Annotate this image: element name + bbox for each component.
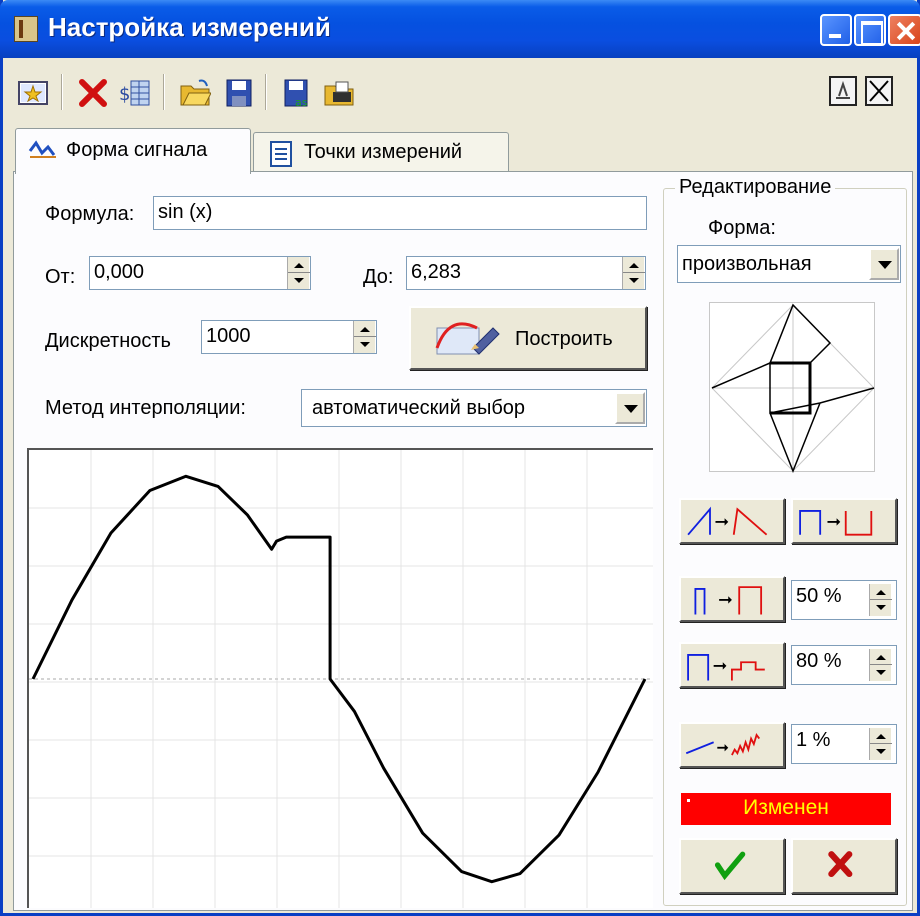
add-noise-button[interactable] [679,722,785,768]
new-icon[interactable] [17,78,49,108]
from-label: От: [45,266,76,288]
step-label: Дискретность [45,330,171,352]
save-as-icon[interactable]: as [281,78,313,109]
cancel-button[interactable] [791,838,897,894]
from-spinner[interactable] [287,257,310,289]
noise-spinner[interactable] [869,728,892,760]
duty-50-spinner[interactable] [869,584,892,616]
duty-50-button[interactable] [679,576,785,622]
minimize-button[interactable] [820,14,852,46]
to-input[interactable]: 6,283 [406,256,646,290]
interp-value: автоматический выбор [312,397,526,419]
maximize-button[interactable] [854,14,886,46]
title-bar[interactable]: Настройка измерений [0,0,920,58]
formula-label: Формула: [45,203,135,225]
duty-80-value: 80 % [796,650,842,672]
pulse-invert-button[interactable] [791,498,897,544]
signal-chart[interactable] [27,448,653,908]
tab-signal-shape-label: Форма сигнала [66,139,208,161]
duty-80-spinner[interactable] [869,649,892,681]
window-title: Настройка измерений [48,12,331,42]
svg-text:$: $ [119,84,130,105]
shape-select[interactable]: произвольная [677,245,901,283]
delete-icon[interactable] [77,78,109,108]
duty-80-button[interactable] [679,642,785,688]
wide-pulse-icon [687,654,765,681]
print-icon[interactable] [323,78,355,108]
interp-dropdown-button[interactable] [615,392,645,424]
step-input[interactable]: 1000 [201,320,377,354]
save-icon[interactable] [223,78,255,108]
status-badge: Изменен [681,793,891,825]
svg-text:as: as [295,96,308,108]
build-button[interactable]: Построить [409,306,647,370]
table-icon[interactable]: $ [119,78,151,108]
pulse-invert-icon [799,510,873,536]
tab-signal-shape[interactable]: Форма сигнала [15,128,251,174]
formula-input[interactable]: sin (x) [153,196,647,230]
list-icon [266,141,296,167]
app-icon [14,16,38,42]
build-icon [433,318,503,366]
ramp-invert-icon [687,506,768,536]
check-icon [714,851,746,881]
to-value: 6,283 [411,261,462,283]
noise-icon [685,732,761,756]
interp-label: Метод интерполяции: [45,397,246,419]
signal-icon [28,137,58,163]
step-spinner[interactable] [353,321,376,353]
noise-value: 1 % [796,729,831,751]
toolbar: $ as [3,58,917,126]
ramp-invert-button[interactable] [679,498,785,544]
shape-label: Форма: [708,217,776,239]
from-value: 0,000 [94,261,145,283]
edit-group-title: Редактирование [675,176,836,199]
measurement-settings-window: Настройка измерений $ as Форма сигнала Т… [0,0,920,916]
close-window-button[interactable] [888,14,920,46]
dock-icon[interactable] [829,76,857,106]
build-label: Построить [515,328,613,350]
status-text: Изменен [743,796,829,819]
ok-button[interactable] [679,838,785,894]
step-value: 1000 [206,325,251,347]
close-icon[interactable] [865,76,893,106]
chart-svg [29,450,653,908]
tab-measure-points[interactable]: Точки измерений [253,132,509,172]
narrow-pulse-icon [694,586,763,615]
shape-dropdown-button[interactable] [869,248,899,280]
to-spinner[interactable] [622,257,645,289]
tab-measure-points-label: Точки измерений [304,141,463,163]
shape-preview[interactable] [709,302,875,474]
from-input[interactable]: 0,000 [89,256,311,290]
shape-value: произвольная [682,253,812,275]
cross-icon [828,851,853,878]
open-icon[interactable] [179,78,212,108]
interp-select[interactable]: автоматический выбор [301,389,647,427]
duty-50-value: 50 % [796,585,842,607]
to-label: До: [363,266,394,288]
